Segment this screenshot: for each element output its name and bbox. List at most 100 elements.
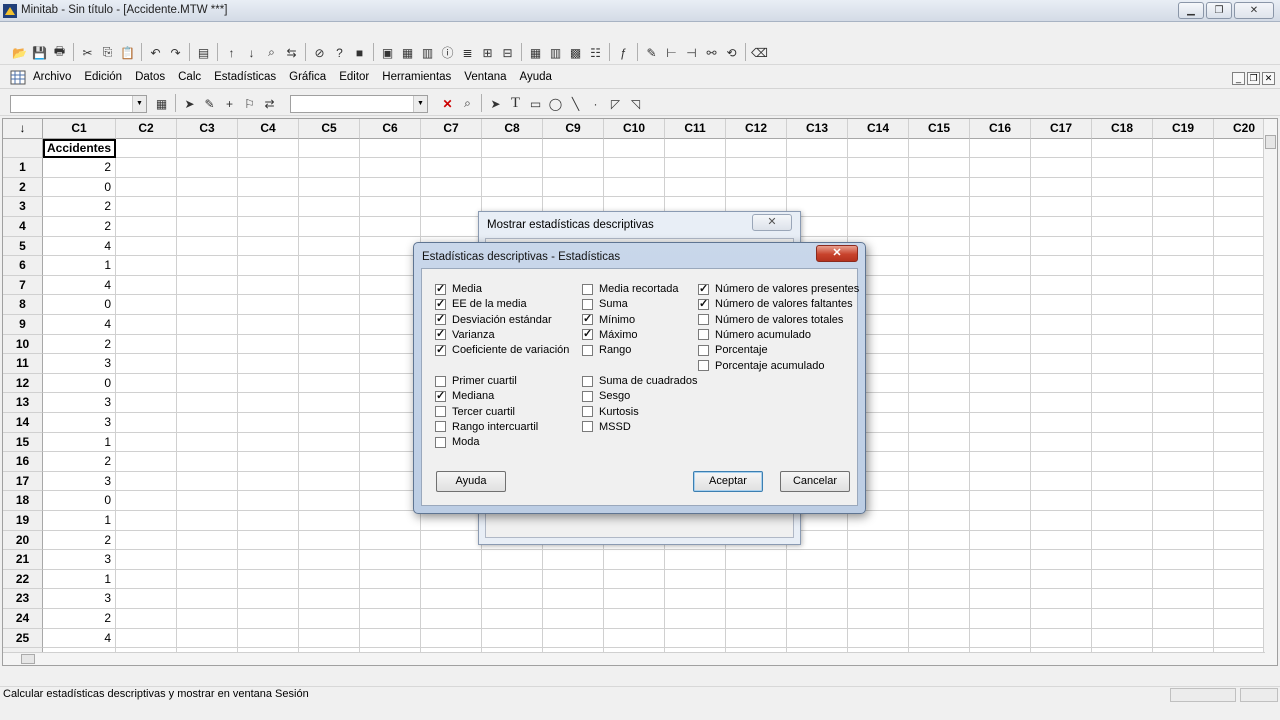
table-cell[interactable]: 4 [43, 236, 116, 257]
checkbox-coeficiente-de-variacion[interactable]: Coeficiente de variación [435, 343, 569, 357]
table-cell[interactable] [970, 334, 1031, 355]
table-cell[interactable] [1092, 373, 1153, 394]
row-header[interactable]: 24 [3, 609, 43, 629]
table-cell[interactable] [299, 217, 360, 237]
table-cell[interactable] [482, 609, 543, 629]
undo-icon[interactable]: ↶ [146, 43, 165, 62]
eraser-icon[interactable]: ⌫ [750, 43, 769, 62]
table-cell[interactable] [1092, 315, 1153, 335]
row-header[interactable]: 17 [3, 471, 43, 492]
table-cell[interactable] [1031, 177, 1092, 198]
table-cell[interactable] [848, 609, 909, 629]
table-cell[interactable] [1031, 609, 1092, 629]
checkbox-box[interactable] [435, 375, 446, 387]
table-cell[interactable] [848, 217, 909, 237]
table-cell[interactable] [299, 452, 360, 472]
pointer-icon[interactable]: ➤ [486, 94, 505, 113]
table-cell[interactable] [848, 569, 909, 590]
point-icon[interactable]: · [586, 94, 605, 113]
table-cell[interactable] [238, 530, 299, 551]
worksheet-doc-icon[interactable] [10, 70, 26, 85]
column-name-cell[interactable] [787, 138, 848, 159]
table-cell[interactable] [1031, 295, 1092, 315]
checkbox-suma-de-cuadrados[interactable]: Suma de cuadrados [582, 374, 697, 388]
menu-ventana[interactable]: Ventana [464, 71, 506, 83]
text-tool-icon[interactable]: T [506, 94, 525, 113]
mdi-close-button[interactable]: ✕ [1262, 72, 1275, 85]
table-cell[interactable] [848, 158, 909, 178]
table-cell[interactable]: 2 [43, 530, 116, 551]
table-cell[interactable] [299, 609, 360, 629]
table-cell[interactable]: 2 [43, 334, 116, 355]
table-cell[interactable] [116, 511, 177, 531]
table-cell[interactable] [116, 197, 177, 217]
table-cell[interactable] [1092, 354, 1153, 374]
graph-icon[interactable]: ▥ [418, 43, 437, 62]
table-cell[interactable] [604, 589, 665, 609]
table-cell[interactable] [848, 530, 909, 551]
id-icon[interactable]: ⊢ [662, 43, 681, 62]
table-cell[interactable] [177, 550, 238, 570]
mdi-restore-button[interactable]: ❐ [1247, 72, 1260, 85]
table-cell[interactable] [482, 628, 543, 649]
table-cell[interactable]: 1 [43, 569, 116, 590]
table-cell[interactable] [848, 177, 909, 198]
replace-icon[interactable]: ⇆ [282, 43, 301, 62]
maximize-button[interactable]: ❐ [1206, 2, 1232, 19]
table-cell[interactable] [360, 197, 421, 217]
checkmark-icon[interactable] [435, 297, 446, 310]
table-cell[interactable] [116, 609, 177, 629]
table-cell[interactable] [543, 158, 604, 178]
table-cell[interactable] [177, 158, 238, 178]
table-cell[interactable] [177, 217, 238, 237]
column-name-cell[interactable] [1153, 138, 1214, 159]
row-header[interactable]: 19 [3, 511, 43, 531]
table-cell[interactable] [238, 217, 299, 237]
table-cell[interactable] [116, 315, 177, 335]
table-cell[interactable] [116, 177, 177, 198]
table-cell[interactable] [848, 197, 909, 217]
menu-grafica[interactable]: Gráfica [289, 71, 326, 83]
table-cell[interactable] [1092, 256, 1153, 276]
table-cell[interactable] [360, 275, 421, 296]
checkbox-media-recortada[interactable]: Media recortada [582, 282, 679, 296]
table-cell[interactable] [116, 334, 177, 355]
table-cell[interactable] [909, 511, 970, 531]
table-cell[interactable] [970, 256, 1031, 276]
table-cell[interactable]: 3 [43, 589, 116, 609]
table-cell[interactable] [360, 550, 421, 570]
table-cell[interactable] [1153, 217, 1214, 237]
menu-archivo[interactable]: Archivo [33, 71, 71, 83]
row-header[interactable]: 15 [3, 432, 43, 453]
table-cell[interactable] [726, 177, 787, 198]
checkbox-numero-de-valores-faltantes[interactable]: Número de valores faltantes [698, 297, 853, 311]
table-cell[interactable] [238, 609, 299, 629]
table-cell[interactable]: 0 [43, 177, 116, 198]
table-cell[interactable] [116, 569, 177, 590]
session-window-icon[interactable]: ▣ [378, 43, 397, 62]
table-cell[interactable] [177, 609, 238, 629]
checkbox-box[interactable] [582, 390, 593, 402]
checkbox-varianza[interactable]: Varianza [435, 327, 495, 342]
delete-icon[interactable]: ✕ [438, 94, 457, 113]
checkbox-mediana[interactable]: Mediana [435, 389, 494, 403]
row-header[interactable]: 23 [3, 589, 43, 609]
table-cell[interactable]: 3 [43, 354, 116, 374]
table-cell[interactable] [238, 177, 299, 198]
table-cell[interactable] [1092, 628, 1153, 649]
table-cell[interactable] [299, 158, 360, 178]
row-header[interactable]: 7 [3, 275, 43, 296]
table-cell[interactable] [421, 550, 482, 570]
column-name-cell[interactable] [116, 138, 177, 159]
table-cell[interactable] [299, 236, 360, 257]
table-cell[interactable]: 4 [43, 315, 116, 335]
table-cell[interactable] [1092, 217, 1153, 237]
table-cell[interactable] [1031, 373, 1092, 394]
table-cell[interactable] [116, 432, 177, 453]
table-cell[interactable] [421, 609, 482, 629]
edit-last-dialog-icon[interactable]: ▤ [194, 43, 213, 62]
select-all-icon[interactable]: ↓ [3, 119, 43, 139]
table-cell[interactable] [116, 354, 177, 374]
table-cell[interactable]: 4 [43, 628, 116, 649]
table-cell[interactable] [116, 373, 177, 394]
